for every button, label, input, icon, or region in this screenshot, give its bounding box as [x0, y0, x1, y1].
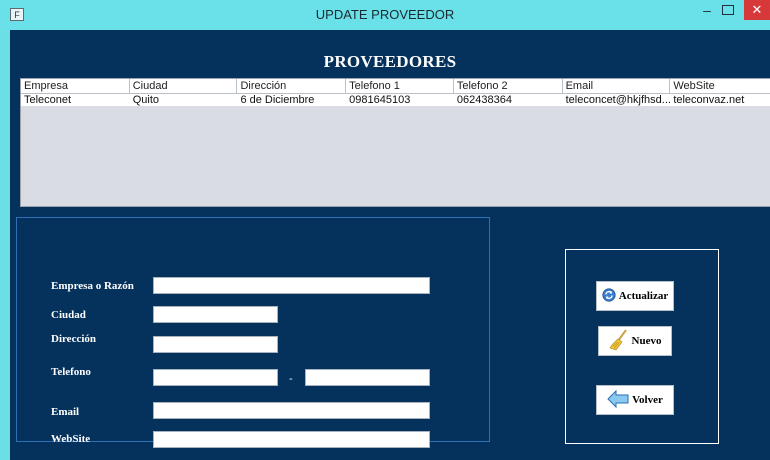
page-title: PROVEEDORES: [323, 52, 457, 71]
phone-separator: -: [289, 373, 293, 385]
provider-form: Empresa o Razón Ciudad Dirección Telefon…: [16, 217, 490, 448]
email-input[interactable]: [153, 402, 430, 419]
volver-label: Volver: [632, 394, 663, 406]
cell-ciudad: Quito: [132, 94, 160, 106]
column-header-empresa[interactable]: Empresa: [21, 79, 130, 93]
volver-button[interactable]: Volver: [596, 385, 674, 415]
nuevo-label: Nuevo: [631, 335, 662, 347]
empresa-label: Empresa o Razón: [51, 280, 134, 292]
column-header-telefono2[interactable]: Telefono 2: [454, 79, 563, 93]
app-window: F UPDATE PROVEEDOR – ✕ PROVEEDORES Empre…: [0, 0, 770, 460]
cell-website: teleconvaz.net: [673, 94, 745, 106]
direccion-label: Dirección: [51, 333, 97, 345]
minimize-button[interactable]: –: [700, 2, 714, 20]
back-arrow-icon: [607, 389, 629, 411]
website-input[interactable]: [153, 431, 430, 448]
website-label: WebSite: [51, 433, 91, 445]
table-row[interactable]: Teleconet Quito 6 de Diciembre 098164510…: [21, 94, 770, 106]
ciudad-input[interactable]: [153, 306, 278, 323]
nuevo-button[interactable]: Nuevo: [598, 326, 672, 356]
table-header: Empresa Ciudad Dirección Telefono 1 Tele…: [21, 79, 770, 94]
column-header-website[interactable]: WebSite: [670, 79, 770, 93]
cell-email: teleconcet@hkjfhsd...: [565, 94, 671, 106]
title-bar: F UPDATE PROVEEDOR – ✕: [0, 0, 770, 30]
column-header-email[interactable]: Email: [563, 79, 671, 93]
cell-empresa: Teleconet: [24, 94, 72, 106]
actualizar-label: Actualizar: [618, 290, 669, 302]
column-header-direccion[interactable]: Dirección: [237, 79, 347, 93]
main-content: PROVEEDORES Empresa Ciudad Dirección Tel…: [10, 30, 770, 460]
cell-telefono1: 0981645103: [349, 94, 411, 106]
column-header-telefono1[interactable]: Telefono 1: [346, 79, 454, 93]
actions-panel: Actualizar Nuevo Volver: [565, 249, 719, 444]
close-button[interactable]: ✕: [744, 0, 770, 20]
cell-telefono2: 062438364: [456, 94, 512, 106]
refresh-icon: [602, 287, 616, 305]
maximize-button[interactable]: [722, 5, 734, 15]
window-title: UPDATE PROVEEDOR: [315, 7, 455, 22]
actualizar-button[interactable]: Actualizar: [596, 281, 674, 311]
email-label: Email: [51, 406, 80, 418]
empresa-input[interactable]: [153, 277, 430, 294]
providers-table[interactable]: Empresa Ciudad Dirección Telefono 1 Tele…: [20, 78, 770, 207]
telefono-label: Telefono: [51, 366, 91, 378]
cell-direccion: 6 de Diciembre: [240, 94, 315, 106]
broom-icon: [608, 328, 629, 354]
column-header-ciudad[interactable]: Ciudad: [130, 79, 238, 93]
telefono1-input[interactable]: [153, 369, 278, 386]
ciudad-label: Ciudad: [51, 309, 86, 321]
telefono2-input[interactable]: [305, 369, 430, 386]
direccion-input[interactable]: [153, 336, 278, 353]
